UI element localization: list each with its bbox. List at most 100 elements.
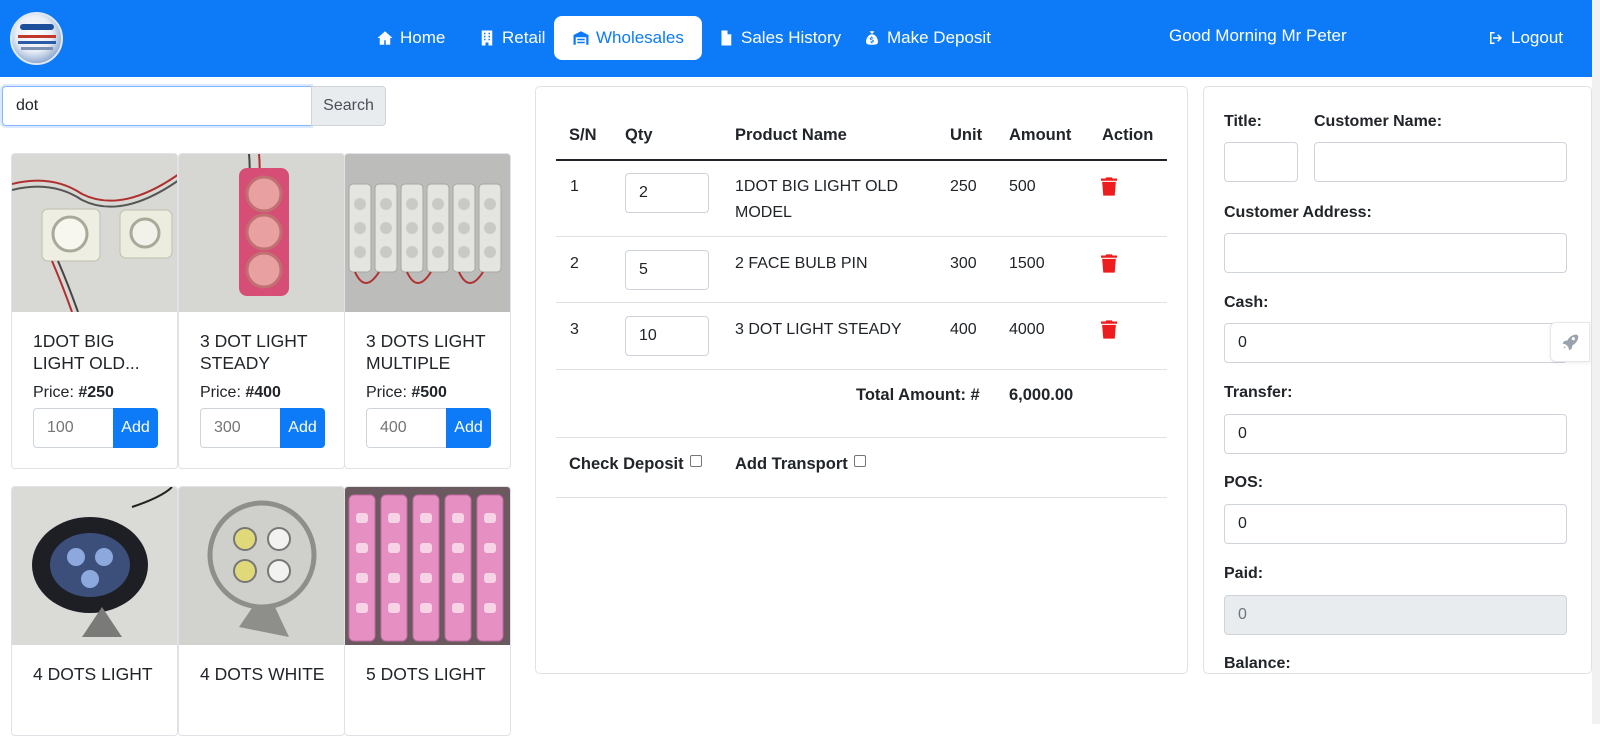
product-image [345, 154, 510, 312]
nav-make-deposit-label: Make Deposit [887, 28, 991, 47]
customer-name-label: Customer Name: [1314, 113, 1443, 130]
delete-row-icon[interactable] [1101, 254, 1117, 273]
rocket-tool-button[interactable] [1550, 322, 1590, 362]
transfer-label: Transfer: [1224, 384, 1293, 401]
cash-input[interactable]: 0 [1224, 323, 1567, 363]
product-name: 4 DOTS LIGHT [33, 664, 153, 684]
add-transport-checkbox[interactable] [853, 454, 866, 467]
row-divider [556, 302, 1167, 303]
product-card: 4 DOTS LIGHT [11, 486, 178, 736]
product-name: 3 DOT LIGHT STEADY [200, 331, 308, 373]
product-price: Price: #400 [200, 384, 281, 401]
row-divider [556, 437, 1167, 438]
column-header-qty: Qty [625, 126, 653, 144]
top-navbar: Home Retail Wholesales Sales History Mak… [0, 0, 1592, 77]
column-header-product: Product Name [735, 126, 847, 144]
balance-label: Balance: [1224, 655, 1291, 672]
cart-row-unit: 300 [950, 255, 977, 272]
money-bag-icon [866, 31, 878, 45]
nav-retail[interactable]: Retail [478, 16, 545, 60]
cart-row-amount: 500 [1009, 178, 1036, 195]
nav-wholesales[interactable]: Wholesales [554, 16, 702, 60]
product-card: 3 DOT LIGHT STEADY Price: #400 Add [178, 153, 345, 469]
cart-row-sn: 1 [570, 178, 579, 195]
product-name: 4 DOTS WHITE [200, 664, 325, 684]
check-deposit-checkbox[interactable] [689, 454, 702, 467]
product-name: 5 DOTS LIGHT [366, 664, 486, 684]
check-deposit-label: Check Deposit [569, 455, 684, 473]
product-qty-input[interactable] [200, 408, 280, 448]
product-image [345, 487, 510, 645]
cart-row-unit: 250 [950, 178, 977, 195]
cart-row-product: 1DOT BIG LIGHT OLD MODEL [735, 178, 899, 221]
logout-button[interactable]: Logout [1487, 16, 1563, 60]
cart-qty-input[interactable] [625, 250, 709, 290]
product-image [179, 487, 344, 645]
building-icon [481, 30, 493, 46]
cart-row-sn: 2 [570, 255, 579, 272]
customer-name-input[interactable] [1314, 142, 1567, 182]
product-image [12, 154, 177, 312]
add-transport-option[interactable]: Add Transport [735, 454, 866, 474]
total-amount-label: Total Amount: # [856, 386, 980, 404]
row-divider [556, 236, 1167, 237]
product-qty-input[interactable] [33, 408, 113, 448]
add-to-cart-button[interactable]: Add [280, 408, 325, 448]
check-deposit-option[interactable]: Check Deposit [569, 454, 702, 474]
column-header-amount: Amount [1009, 126, 1072, 144]
total-amount-value: 6,000.00 [1009, 386, 1074, 404]
delete-row-icon[interactable] [1101, 320, 1117, 339]
add-transport-label: Add Transport [735, 455, 848, 473]
paid-input: 0 [1224, 595, 1567, 635]
row-divider [556, 369, 1167, 370]
cart-row-amount: 1500 [1009, 255, 1045, 272]
search-button[interactable]: Search [311, 86, 386, 126]
add-to-cart-button[interactable]: Add [446, 408, 491, 448]
nav-make-deposit[interactable]: Make Deposit [863, 16, 991, 60]
nav-retail-label: Retail [502, 28, 546, 47]
product-price: Price: #500 [366, 384, 447, 401]
paid-label: Paid: [1224, 565, 1264, 582]
title-label: Title: [1224, 113, 1262, 130]
cart-row-product: 2 FACE BULB PIN [735, 255, 868, 272]
customer-address-input[interactable] [1224, 233, 1567, 273]
product-image [179, 154, 344, 312]
home-icon [377, 31, 393, 45]
cart-qty-input[interactable] [625, 316, 709, 356]
product-image [12, 487, 177, 645]
add-to-cart-button[interactable]: Add [113, 408, 158, 448]
nav-home-label: Home [400, 28, 446, 47]
column-header-action: Action [1102, 126, 1154, 144]
product-name: 1DOT BIG LIGHT OLD... [33, 331, 140, 373]
nav-sales-history-label: Sales History [741, 28, 842, 47]
nav-home[interactable]: Home [376, 16, 445, 60]
product-qty-input[interactable] [366, 408, 446, 448]
product-card: 1DOT BIG LIGHT OLD... Price: #250 Add [11, 153, 178, 469]
nav-sales-history[interactable]: Sales History [717, 16, 841, 60]
logout-label: Logout [1511, 28, 1563, 47]
greeting-text: Good Morning Mr Peter [1169, 26, 1347, 45]
cart-row-unit: 400 [950, 321, 977, 338]
product-card: 3 DOTS LIGHT MULTIPLE Price: #500 Add [344, 153, 511, 469]
sign-out-icon [1490, 32, 1502, 44]
rocket-icon [1562, 334, 1579, 351]
transfer-input[interactable]: 0 [1224, 414, 1567, 454]
cart-row-product: 3 DOT LIGHT STEADY [735, 321, 902, 338]
company-logo[interactable] [10, 12, 63, 65]
cart-qty-input[interactable] [625, 173, 709, 213]
warehouse-icon [573, 31, 589, 45]
cash-label: Cash: [1224, 294, 1269, 311]
pos-label: POS: [1224, 474, 1264, 491]
cart-row-amount: 4000 [1009, 321, 1045, 338]
column-header-sn: S/N [569, 126, 597, 144]
table-header-divider [556, 159, 1167, 161]
product-search-input[interactable] [2, 86, 311, 126]
pos-input[interactable]: 0 [1224, 504, 1567, 544]
product-name: 3 DOTS LIGHT MULTIPLE [366, 331, 486, 373]
title-input[interactable] [1224, 142, 1298, 182]
column-header-unit: Unit [950, 126, 983, 144]
cart-row-sn: 3 [570, 321, 579, 338]
delete-row-icon[interactable] [1101, 177, 1117, 196]
vertical-scrollbar[interactable] [1592, 0, 1600, 724]
product-price: Price: #250 [33, 384, 114, 401]
